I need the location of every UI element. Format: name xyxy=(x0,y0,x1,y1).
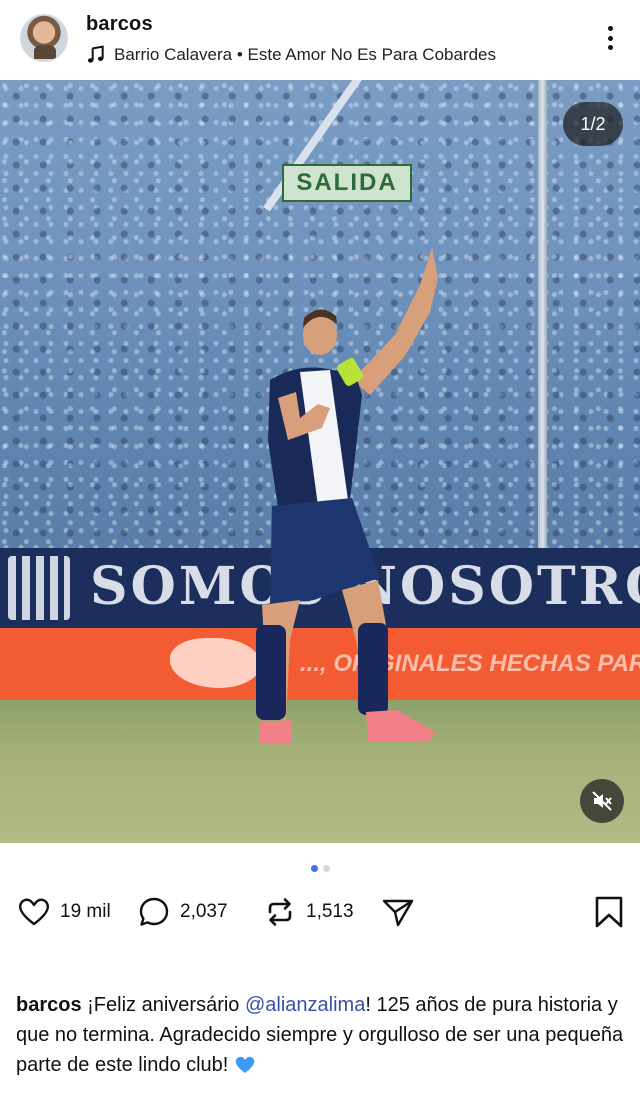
post-username[interactable]: barcos xyxy=(86,13,153,36)
blue-heart-emoji-icon xyxy=(235,1056,255,1073)
avatar[interactable] xyxy=(20,14,68,62)
more-vertical-icon xyxy=(607,26,613,31)
comment-button[interactable]: 2,037 xyxy=(136,894,228,930)
speaker-muted-icon xyxy=(592,791,612,811)
page-counter: 1/2 xyxy=(563,102,623,146)
carousel-indicator xyxy=(0,862,640,874)
share-button[interactable] xyxy=(380,894,416,930)
post-media[interactable]: SALIDA SOMOS NOSOTROS ..., ORIGINALES HE… xyxy=(0,80,640,843)
comment-count: 2,037 xyxy=(180,901,228,922)
repost-count: 1,513 xyxy=(306,901,354,922)
repost-button[interactable]: 1,513 xyxy=(262,894,354,930)
caption-mention-link[interactable]: @alianzalima xyxy=(245,994,365,1016)
like-count: 19 mil xyxy=(60,901,111,922)
caption-text-start: ¡Feliz aniversário xyxy=(81,994,245,1016)
carousel-dot-active xyxy=(310,864,318,872)
more-options-button[interactable] xyxy=(598,22,622,54)
football-player xyxy=(256,248,438,744)
save-button[interactable] xyxy=(592,894,626,930)
comment-bubble-icon xyxy=(139,897,169,926)
repost-arrows-icon xyxy=(268,898,292,926)
heart-icon xyxy=(18,898,50,926)
post-header: barcos Barrio Calavera • Este Amor No Es… xyxy=(0,0,640,80)
caption-username[interactable]: barcos xyxy=(16,994,82,1016)
post-caption: barcos ¡Feliz aniversário @alianzalima! … xyxy=(16,990,626,1080)
action-bar: 19 mil 2,037 1,513 xyxy=(0,888,640,936)
send-paper-plane-icon xyxy=(382,899,414,927)
music-info[interactable]: Barrio Calavera • Este Amor No Es Para C… xyxy=(86,44,496,66)
bookmark-icon xyxy=(595,896,623,928)
like-button[interactable]: 19 mil xyxy=(16,894,111,930)
music-title: Barrio Calavera • Este Amor No Es Para C… xyxy=(114,45,497,64)
mute-button[interactable] xyxy=(580,779,624,823)
carousel-dot xyxy=(322,864,330,872)
music-note-icon xyxy=(87,45,104,63)
